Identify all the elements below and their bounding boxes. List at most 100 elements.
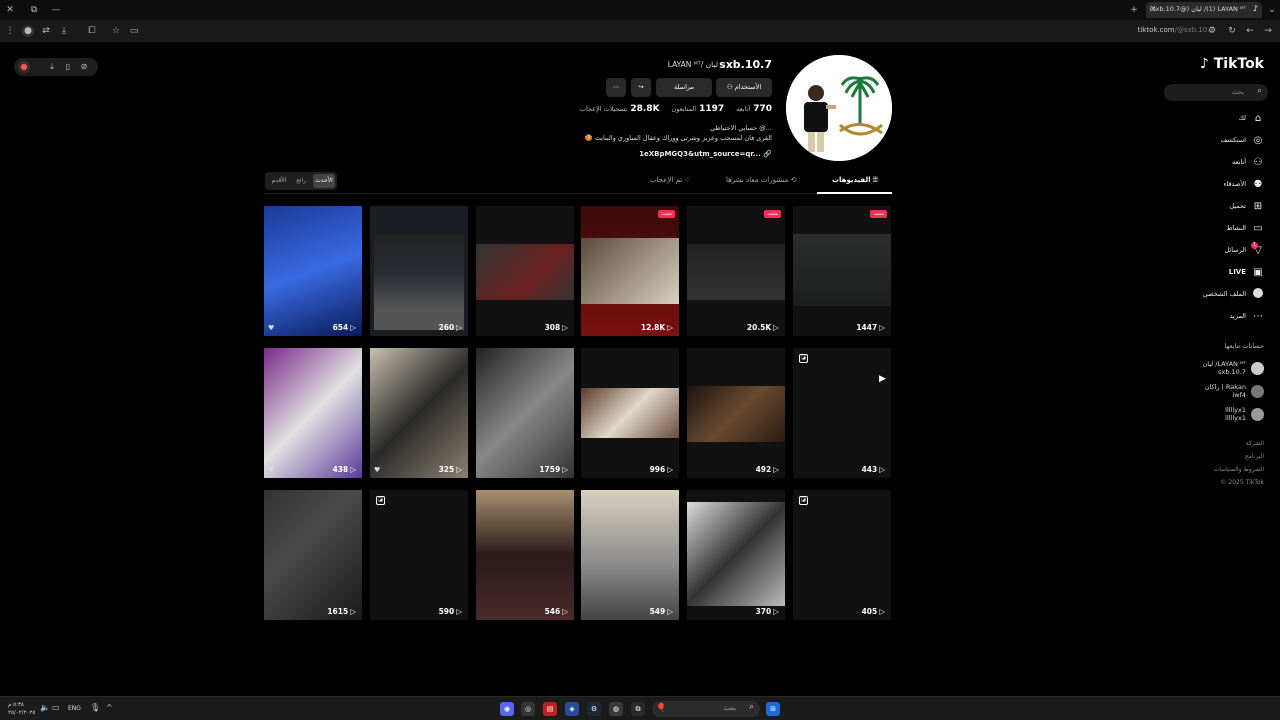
- nav-live[interactable]: ▣ LIVE: [1229, 265, 1264, 279]
- more-options-button[interactable]: ⋯: [606, 78, 626, 97]
- windows-start-icon[interactable]: ⊞: [766, 702, 780, 716]
- video-tile[interactable]: 370 ▷: [687, 490, 785, 620]
- forward-icon[interactable]: →: [1262, 25, 1274, 37]
- video-tile[interactable]: ◪ 405 ▷: [793, 490, 891, 620]
- video-tile[interactable]: ♥ 438 ▷: [264, 348, 362, 478]
- back-icon[interactable]: ←: [1244, 25, 1256, 37]
- footer-link[interactable]: البرنامج: [1214, 453, 1264, 466]
- steam-icon[interactable]: ⚙: [587, 702, 601, 716]
- tab-list-icon[interactable]: ⌄: [1266, 4, 1278, 16]
- site-settings-icon[interactable]: ⚙: [1206, 25, 1218, 37]
- message-button[interactable]: مراسلة: [656, 78, 712, 97]
- task-view-icon[interactable]: ⧉: [631, 702, 645, 716]
- nav-friends[interactable]: ⚉ الأصدقاء: [1223, 177, 1264, 191]
- tab-videos[interactable]: الفيديوهات ⦙⦙⦙: [832, 176, 878, 185]
- extensions-icon[interactable]: ⧠: [86, 25, 98, 37]
- following-button[interactable]: ⚇ الأستخدام: [716, 78, 772, 97]
- search-icon[interactable]: ⌕: [1257, 86, 1262, 96]
- nav-more[interactable]: ⋯ المزيد: [1230, 309, 1264, 323]
- microphone-icon[interactable]: 🎙: [90, 703, 100, 712]
- video-tile[interactable]: 1759 ▷: [476, 348, 574, 478]
- play-icon: ▷: [456, 465, 462, 474]
- profile-icon[interactable]: ●: [22, 25, 34, 37]
- extension-avatar-icon[interactable]: ●: [18, 61, 30, 73]
- nav-explore[interactable]: ◎ استكشف: [1221, 133, 1264, 147]
- nav-profile[interactable]: الملف الشخصي: [1203, 287, 1264, 301]
- close-window-icon[interactable]: ✕: [4, 4, 16, 16]
- download-icon[interactable]: ⤓: [46, 61, 58, 73]
- stat-following[interactable]: 770أتابعه: [736, 104, 772, 114]
- footer-link[interactable]: الشروط والسياسات: [1214, 466, 1264, 479]
- minimize-window-icon[interactable]: —: [50, 4, 62, 16]
- video-tile[interactable]: مثبت 12.8K ▷: [581, 206, 679, 336]
- volume-icon[interactable]: 🔈: [40, 703, 50, 712]
- footer-link[interactable]: الشركة: [1214, 440, 1264, 453]
- browser-app-icon[interactable]: ◎: [521, 702, 535, 716]
- play-icon: ▷: [562, 465, 568, 474]
- app-icon[interactable]: ◈: [565, 702, 579, 716]
- chrome-icon[interactable]: ◍: [609, 702, 623, 716]
- tab-reposts[interactable]: منشورات معاد نشرها ⟲: [726, 176, 796, 184]
- following-account[interactable]: LAYAN ᴹᵀ/ ليان sxb.10.7: [1196, 360, 1264, 376]
- nav-label: أتابعه: [1231, 158, 1246, 166]
- phone-icon[interactable]: ▯: [62, 61, 74, 73]
- video-thumbnail: [687, 502, 785, 606]
- language-indicator[interactable]: ENG: [68, 705, 81, 712]
- url-field[interactable]: tiktok.com/@sxb.10.7: [1138, 26, 1214, 34]
- sort-toggle: الأحدث رائج الأقدم: [265, 172, 337, 190]
- compass-icon[interactable]: ⊘: [78, 61, 90, 73]
- tiktok-favicon-icon: ♪: [1252, 4, 1258, 13]
- cast-icon[interactable]: ▭: [128, 25, 140, 37]
- following-account[interactable]: lllllyx1 lllllyx1: [1196, 406, 1264, 422]
- video-tile[interactable]: ◪ 590 ▷: [370, 490, 468, 620]
- system-clock[interactable]: ٥:٣٨ م ٢٥/٠٢/٢٠٢٥: [8, 701, 35, 717]
- nav-messages[interactable]: ▽ الرسائل: [1224, 243, 1264, 257]
- play-icon: ▷: [879, 607, 885, 616]
- discord-icon[interactable]: ◉: [500, 702, 514, 716]
- active-tab[interactable]: ✕ ‎(1) LAYAN ᴹᵀ/ ليان (@sxb.10.7) ♪: [1146, 2, 1262, 18]
- menu-icon[interactable]: ⋮: [4, 25, 16, 37]
- download-icon[interactable]: ⤓: [58, 25, 70, 37]
- bookmark-star-icon[interactable]: ☆: [110, 25, 122, 37]
- search-input[interactable]: بحث ⌕: [1164, 84, 1268, 101]
- play-icon: ▷: [667, 607, 673, 616]
- restore-window-icon[interactable]: ⧉: [28, 4, 40, 16]
- repost-icon: ⟲: [790, 176, 797, 184]
- video-tile[interactable]: مثبت 1447 ▷: [793, 206, 891, 336]
- nav-following[interactable]: ⚇ أتابعه: [1232, 155, 1264, 169]
- stat-followers[interactable]: 1197المتابعون: [672, 104, 725, 114]
- video-tile[interactable]: 492 ▷: [687, 348, 785, 478]
- nav-upload[interactable]: ⊞ تحميل: [1229, 199, 1264, 213]
- tab-label: الفيديوهات: [832, 176, 871, 184]
- sort-popular[interactable]: رائج: [291, 174, 311, 188]
- view-count: 546 ▷: [545, 607, 568, 616]
- bio-link[interactable]: 1eXBpMGQ3&utm_source=qr... 🔗: [639, 150, 772, 158]
- reload-icon[interactable]: ↻: [1226, 25, 1238, 37]
- video-tile[interactable]: 549 ▷: [581, 490, 679, 620]
- sort-oldest[interactable]: الأقدم: [268, 174, 290, 188]
- share-button[interactable]: ↪: [631, 78, 651, 97]
- new-tab-icon[interactable]: +: [1128, 4, 1140, 16]
- taskbar-search[interactable]: 🎈 بحث ⌕: [652, 701, 760, 717]
- nav-activity[interactable]: ▭ النشاط: [1226, 221, 1264, 235]
- app-icon[interactable]: ▤: [543, 702, 557, 716]
- video-tile[interactable]: ◪ ▶ 443 ▷: [793, 348, 891, 478]
- video-tile[interactable]: 260 ▷: [370, 206, 468, 336]
- nav-for-you[interactable]: ⌂ لك: [1239, 111, 1264, 125]
- video-tile[interactable]: 996 ▷: [581, 348, 679, 478]
- video-tile[interactable]: 1615 ▷: [264, 490, 362, 620]
- following-account[interactable]: Rakan | راكان iwf4: [1196, 383, 1264, 399]
- profile-avatar[interactable]: [786, 55, 892, 161]
- video-tile[interactable]: ♥ 654 ▷: [264, 206, 362, 336]
- tray-expand-icon[interactable]: ^: [106, 703, 113, 712]
- view-count-value: 20.5K: [746, 323, 772, 332]
- video-tile[interactable]: 308 ▷: [476, 206, 574, 336]
- sort-latest[interactable]: الأحدث: [313, 174, 335, 188]
- translate-icon[interactable]: ⇄: [40, 25, 52, 37]
- video-tile[interactable]: ♥ 325 ▷: [370, 348, 468, 478]
- video-tile[interactable]: مثبت 20.5K ▷: [687, 206, 785, 336]
- video-tile[interactable]: 546 ▷: [476, 490, 574, 620]
- tiktok-logo[interactable]: ♪ TikTok: [1200, 56, 1264, 72]
- tab-liked[interactable]: تم الإعجاب ♡: [650, 176, 691, 184]
- network-icon[interactable]: ▭: [52, 703, 60, 712]
